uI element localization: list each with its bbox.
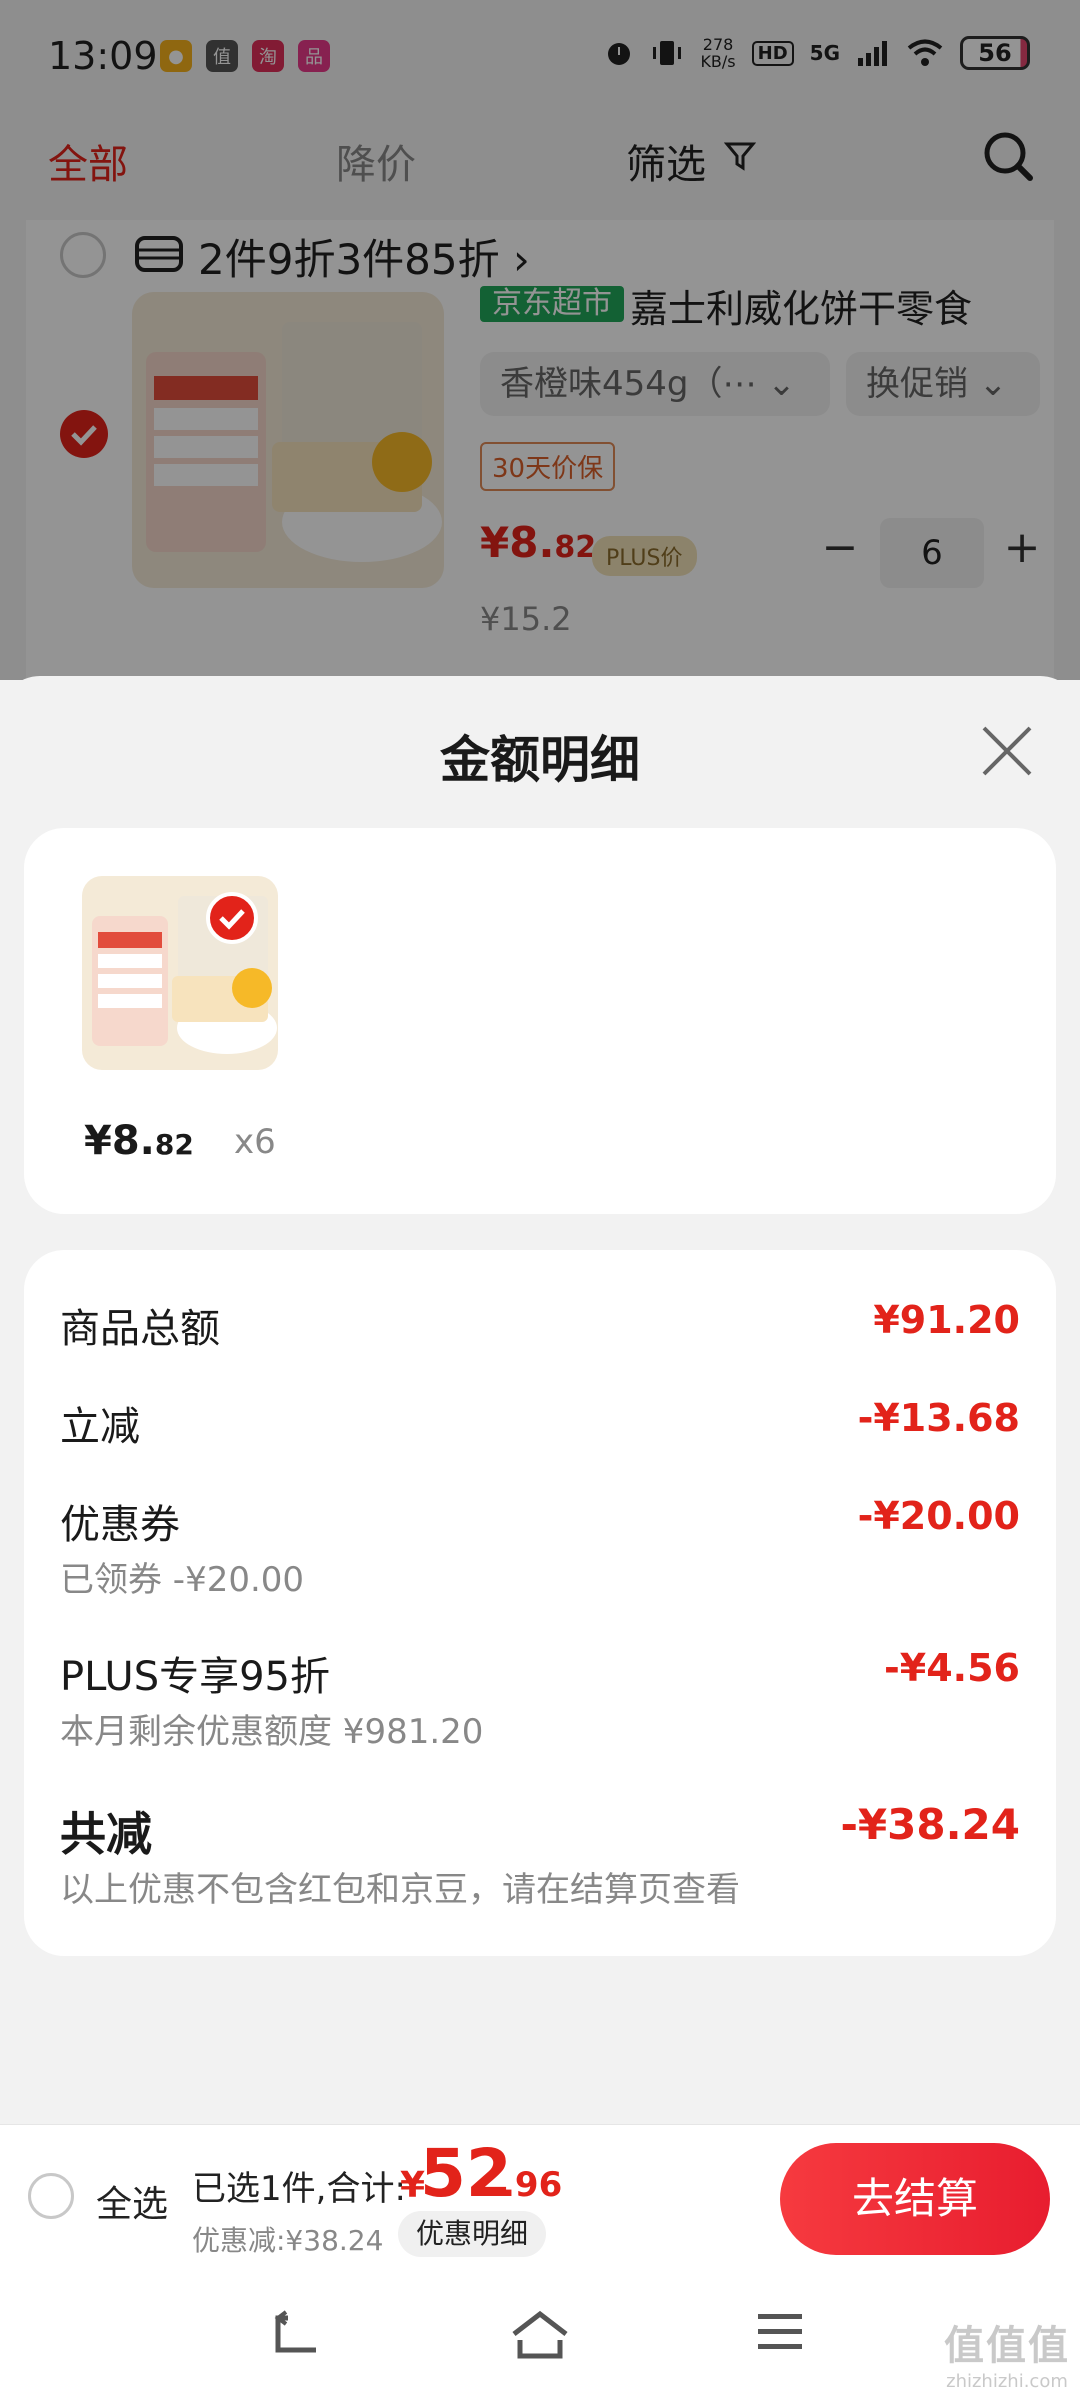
check-icon <box>219 909 245 930</box>
total-discount-note: 以上优惠不包含红包和京豆，请在结算页查看 <box>60 1870 740 1910</box>
sheet-title: 金额明细 <box>440 731 640 789</box>
instant-discount-value: -¥13.68 <box>857 1396 1020 1440</box>
coupon-label: 优惠券 <box>60 1502 180 1548</box>
watermark-logo: 值值值 <box>944 2323 1070 2369</box>
selected-summary: 已选1件,合计: <box>192 2169 406 2209</box>
total-discount-label: 共减 <box>60 1807 152 1861</box>
goods-checked-icon <box>206 892 258 944</box>
coupon-sub: 已领券 -¥20.00 <box>60 1560 305 1600</box>
amount-detail-card: 商品总额 ¥91.20 立减 -¥13.68 优惠券 -¥20.00 已领券 -… <box>24 1250 1056 1956</box>
goods-card: ¥8.82 x6 <box>24 828 1056 1214</box>
system-nav-bar: 值值值 zhizhizhi.com <box>0 2272 1080 2400</box>
total-label: 商品总额 <box>60 1306 220 1352</box>
amount-detail-sheet: 金额明细 ¥8.82 x6 商品总额 ¥91.20 立减 -¥13.68 优惠券… <box>0 676 1080 2124</box>
watermark: 值值值 zhizhizhi.com <box>944 2313 1070 2392</box>
close-icon[interactable] <box>976 720 1038 782</box>
checkout-bar: 全选 已选1件,合计: ¥ 52 .96 优惠减:¥38.24 优惠明细 去结算 <box>0 2124 1080 2272</box>
dim-overlay[interactable] <box>0 0 1080 680</box>
goods-quantity: x6 <box>234 1122 276 1162</box>
instant-discount-label: 立减 <box>60 1404 140 1450</box>
plus-discount-sub: 本月剩余优惠额度 ¥981.20 <box>60 1712 484 1752</box>
select-all-radio[interactable] <box>28 2173 74 2219</box>
coupon-value: -¥20.00 <box>857 1494 1020 1538</box>
back-icon[interactable] <box>272 2310 324 2358</box>
discount-summary: 优惠减:¥38.24 <box>192 2224 384 2257</box>
watermark-url: zhizhizhi.com <box>946 2371 1068 2392</box>
plus-discount-label: PLUS专享95折 <box>60 1654 330 1700</box>
total-value: ¥91.20 <box>873 1298 1020 1342</box>
select-all-label[interactable]: 全选 <box>96 2175 168 2227</box>
total-amount-dec: .96 <box>502 2165 563 2205</box>
discount-detail-button[interactable]: 优惠明细 <box>398 2211 547 2257</box>
checkout-button[interactable]: 去结算 <box>780 2143 1050 2255</box>
home-icon[interactable] <box>510 2310 570 2360</box>
menu-icon[interactable] <box>756 2310 804 2354</box>
goods-price-dec: 82 <box>154 1128 194 1161</box>
goods-price: ¥8.82 <box>84 1118 194 1164</box>
total-amount-int: 52 <box>420 2135 512 2212</box>
total-discount-value: -¥38.24 <box>840 1800 1020 1849</box>
goods-price-int: ¥8. <box>84 1118 155 1164</box>
plus-discount-value: -¥4.56 <box>884 1646 1020 1690</box>
